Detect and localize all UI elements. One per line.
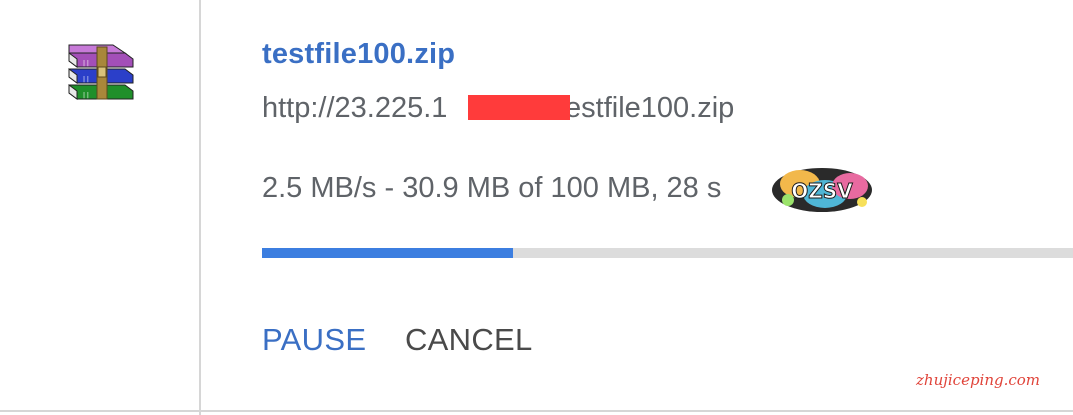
pause-button[interactable]: PAUSE <box>262 322 366 358</box>
download-status-text: 2.5 MB/s - 30.9 MB of 100 MB, 28 s t <box>262 172 831 204</box>
sticker-watermark: OZSV <box>772 168 872 212</box>
download-progress-bar <box>262 248 1073 258</box>
url-redaction-mark <box>468 95 570 120</box>
winrar-archive-icon: | | | | | | <box>68 44 134 100</box>
cancel-button[interactable]: CANCEL <box>405 322 533 358</box>
file-name-link[interactable]: testfile100.zip <box>262 38 455 71</box>
bottom-divider <box>0 410 1073 412</box>
svg-text:| |: | | <box>83 60 89 67</box>
download-progress-fill <box>262 248 513 258</box>
download-item-page: | | | | | | testfile100.zip http://23.22… <box>0 0 1073 415</box>
sticker-text: OZSV <box>791 179 853 203</box>
svg-text:| |: | | <box>83 76 89 83</box>
site-watermark: zhujiceping.com <box>916 371 1041 389</box>
svg-text:| |: | | <box>83 92 89 99</box>
left-divider <box>199 0 201 415</box>
